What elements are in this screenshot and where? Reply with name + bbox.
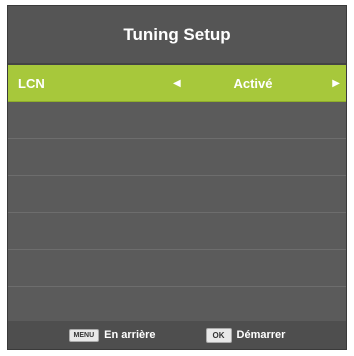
empty-row <box>8 287 346 324</box>
menu-item-label: LCN <box>18 76 45 91</box>
arrow-right-icon[interactable]: ▶ <box>332 65 340 102</box>
empty-row <box>8 139 346 176</box>
menu-item-lcn[interactable]: LCN ◀ Activé ▶ <box>8 65 346 102</box>
empty-row <box>8 102 346 139</box>
menu-item-value: Activé <box>233 76 273 91</box>
footer-hints: MENU En arrière OK Démarrer <box>8 321 346 349</box>
menu-list: LCN ◀ Activé ▶ <box>8 65 346 324</box>
menu-key-icon: MENU <box>68 328 100 342</box>
empty-row <box>8 213 346 250</box>
ok-key-icon: OK <box>205 327 232 343</box>
page-title: Tuning Setup <box>8 6 346 65</box>
back-label: En arrière <box>104 329 156 341</box>
arrow-left-icon[interactable]: ◀ <box>173 65 181 102</box>
start-hint[interactable]: OK Démarrer <box>205 327 286 343</box>
start-label: Démarrer <box>236 329 286 341</box>
tuning-setup-panel: Tuning Setup LCN ◀ Activé ▶ MENU En arri… <box>7 5 347 350</box>
empty-row <box>8 176 346 213</box>
back-hint[interactable]: MENU En arrière <box>68 328 156 342</box>
empty-row <box>8 250 346 287</box>
